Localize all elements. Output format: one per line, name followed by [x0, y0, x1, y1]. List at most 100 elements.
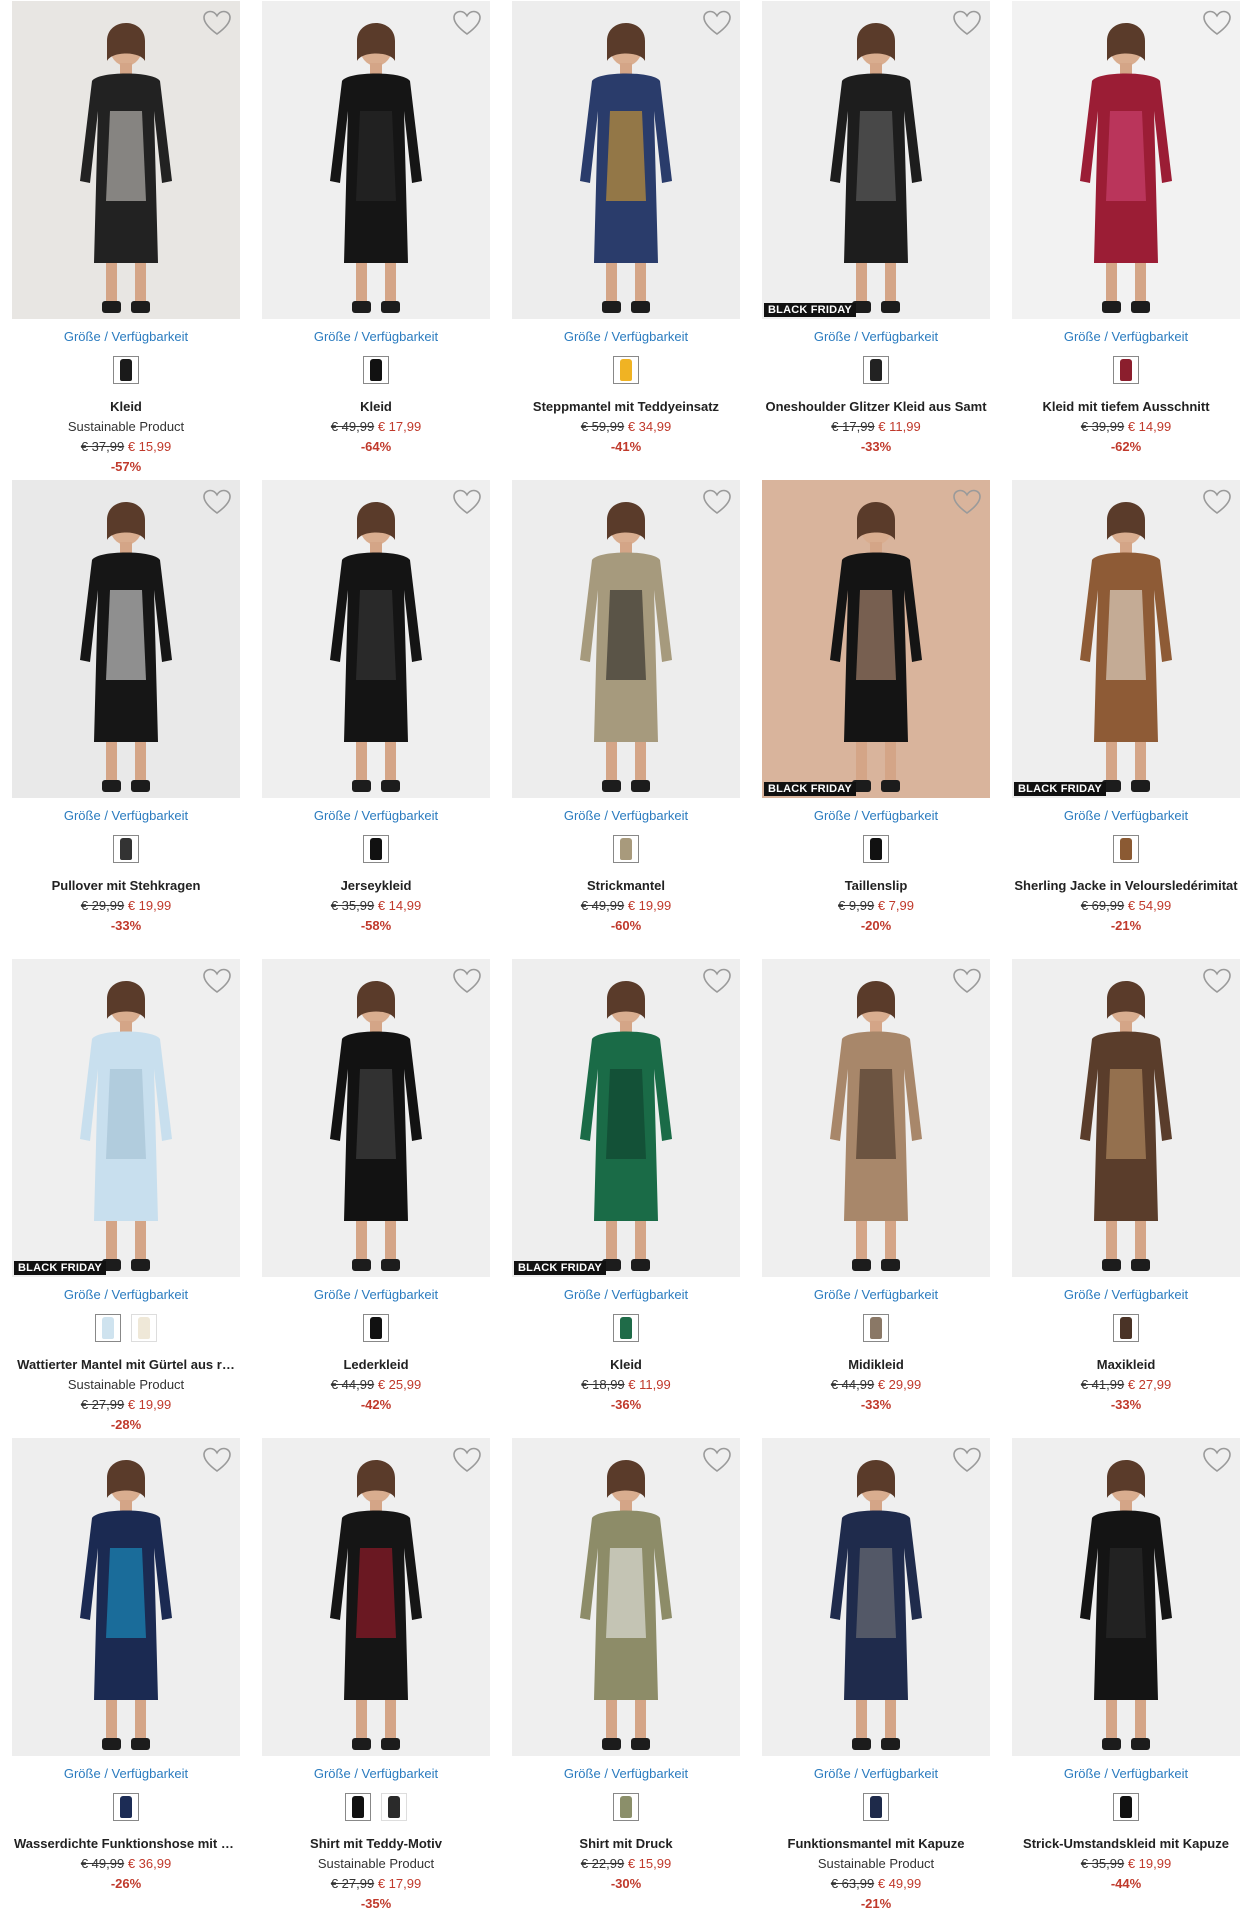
color-swatch[interactable]: [1113, 1793, 1139, 1821]
heart-icon[interactable]: [952, 488, 982, 516]
product-title[interactable]: Lederkleid: [262, 1357, 490, 1372]
size-availability-link[interactable]: Größe / Verfügbarkeit: [762, 808, 990, 823]
color-swatch[interactable]: [345, 1793, 371, 1821]
size-availability-link[interactable]: Größe / Verfügbarkeit: [512, 329, 740, 344]
product-title[interactable]: Wattierter Mantel mit Gürtel aus r…: [12, 1357, 240, 1372]
size-availability-link[interactable]: Größe / Verfügbarkeit: [12, 329, 240, 344]
color-swatch[interactable]: [1113, 356, 1139, 384]
color-swatch[interactable]: [863, 1314, 889, 1342]
color-swatch[interactable]: [113, 1793, 139, 1821]
product-image[interactable]: BLACK FRIDAY: [762, 1, 990, 319]
heart-icon[interactable]: [202, 1446, 232, 1474]
product-title[interactable]: Wasserdichte Funktionshose mit R…: [12, 1836, 240, 1851]
heart-icon[interactable]: [452, 967, 482, 995]
heart-icon[interactable]: [202, 9, 232, 37]
product-card[interactable]: Größe / Verfügbarkeit Funktionsmantel mit…: [762, 1438, 990, 1916]
product-card[interactable]: Größe / Verfügbarkeit Pullover mit Stehkr…: [12, 480, 240, 958]
product-title[interactable]: Strick-Umstandskleid mit Kapuze: [1012, 1836, 1240, 1851]
color-swatch[interactable]: [113, 356, 139, 384]
size-availability-link[interactable]: Größe / Verfügbarkeit: [512, 1287, 740, 1302]
size-availability-link[interactable]: Größe / Verfügbarkeit: [1012, 808, 1240, 823]
size-availability-link[interactable]: Größe / Verfügbarkeit: [762, 1766, 990, 1781]
product-image[interactable]: [762, 959, 990, 1277]
heart-icon[interactable]: [952, 967, 982, 995]
product-image[interactable]: [512, 480, 740, 798]
product-card[interactable]: Größe / Verfügbarkeit Midikleid € 44,99 € …: [762, 959, 990, 1437]
color-swatch[interactable]: [1113, 835, 1139, 863]
color-swatch[interactable]: [613, 1793, 639, 1821]
heart-icon[interactable]: [1202, 967, 1232, 995]
heart-icon[interactable]: [702, 488, 732, 516]
color-swatch[interactable]: [131, 1314, 157, 1342]
color-swatch[interactable]: [381, 1793, 407, 1821]
size-availability-link[interactable]: Größe / Verfügbarkeit: [1012, 329, 1240, 344]
product-title[interactable]: Sherling Jacke in Veloursledérimitat: [1012, 878, 1240, 893]
product-title[interactable]: Funktionsmantel mit Kapuze: [762, 1836, 990, 1851]
product-image[interactable]: [12, 480, 240, 798]
heart-icon[interactable]: [202, 488, 232, 516]
product-card[interactable]: Größe / Verfügbarkeit Kleid € 49,99 € 17,9…: [262, 1, 490, 479]
heart-icon[interactable]: [202, 967, 232, 995]
color-swatch[interactable]: [1113, 1314, 1139, 1342]
product-card[interactable]: BLACK FRIDAY Größe / Verfügbarkeit Taillen…: [762, 480, 990, 958]
product-card[interactable]: Größe / Verfügbarkeit Wasserdichte Funkti…: [12, 1438, 240, 1916]
heart-icon[interactable]: [452, 488, 482, 516]
size-availability-link[interactable]: Größe / Verfügbarkeit: [1012, 1766, 1240, 1781]
color-swatch[interactable]: [863, 835, 889, 863]
size-availability-link[interactable]: Größe / Verfügbarkeit: [262, 1287, 490, 1302]
product-card[interactable]: Größe / Verfügbarkeit Kleid Sustainable Pr…: [12, 1, 240, 479]
size-availability-link[interactable]: Größe / Verfügbarkeit: [262, 1766, 490, 1781]
product-card[interactable]: Größe / Verfügbarkeit Strickmantel € 49,99…: [512, 480, 740, 958]
product-image[interactable]: [1012, 1438, 1240, 1756]
product-card[interactable]: Größe / Verfügbarkeit Shirt mit Druck € 22…: [512, 1438, 740, 1916]
product-image[interactable]: [512, 1438, 740, 1756]
product-image[interactable]: [762, 1438, 990, 1756]
size-availability-link[interactable]: Größe / Verfügbarkeit: [12, 808, 240, 823]
heart-icon[interactable]: [952, 9, 982, 37]
color-swatch[interactable]: [613, 1314, 639, 1342]
color-swatch[interactable]: [863, 1793, 889, 1821]
product-title[interactable]: Taillenslip: [762, 878, 990, 893]
product-image[interactable]: [262, 959, 490, 1277]
product-title[interactable]: Kleid: [262, 399, 490, 414]
product-card[interactable]: BLACK FRIDAY Größe / Verfügbarkeit Sherlin…: [1012, 480, 1240, 958]
heart-icon[interactable]: [1202, 1446, 1232, 1474]
size-availability-link[interactable]: Größe / Verfügbarkeit: [762, 1287, 990, 1302]
color-swatch[interactable]: [863, 356, 889, 384]
size-availability-link[interactable]: Größe / Verfügbarkeit: [12, 1766, 240, 1781]
heart-icon[interactable]: [952, 1446, 982, 1474]
size-availability-link[interactable]: Größe / Verfügbarkeit: [762, 329, 990, 344]
color-swatch[interactable]: [113, 835, 139, 863]
product-image[interactable]: BLACK FRIDAY: [762, 480, 990, 798]
product-card[interactable]: BLACK FRIDAY Größe / Verfügbarkeit Kleid € …: [512, 959, 740, 1437]
product-image[interactable]: [1012, 1, 1240, 319]
color-swatch[interactable]: [363, 1314, 389, 1342]
heart-icon[interactable]: [702, 9, 732, 37]
product-image[interactable]: [262, 1, 490, 319]
heart-icon[interactable]: [452, 9, 482, 37]
product-image[interactable]: [262, 1438, 490, 1756]
size-availability-link[interactable]: Größe / Verfügbarkeit: [1012, 1287, 1240, 1302]
product-title[interactable]: Jerseykleid: [262, 878, 490, 893]
product-card[interactable]: Größe / Verfügbarkeit Jerseykleid € 35,99 …: [262, 480, 490, 958]
size-availability-link[interactable]: Größe / Verfügbarkeit: [512, 808, 740, 823]
product-title[interactable]: Kleid: [12, 399, 240, 414]
product-title[interactable]: Kleid mit tiefem Ausschnitt: [1012, 399, 1240, 414]
product-image[interactable]: [12, 1438, 240, 1756]
product-card[interactable]: Größe / Verfügbarkeit Strick-Umstandsklei…: [1012, 1438, 1240, 1916]
heart-icon[interactable]: [702, 1446, 732, 1474]
heart-icon[interactable]: [1202, 488, 1232, 516]
color-swatch[interactable]: [613, 835, 639, 863]
size-availability-link[interactable]: Größe / Verfügbarkeit: [262, 329, 490, 344]
size-availability-link[interactable]: Größe / Verfügbarkeit: [262, 808, 490, 823]
heart-icon[interactable]: [1202, 9, 1232, 37]
product-image[interactable]: [262, 480, 490, 798]
color-swatch[interactable]: [363, 835, 389, 863]
color-swatch[interactable]: [363, 356, 389, 384]
product-card[interactable]: BLACK FRIDAY Größe / Verfügbarkeit Oneshou…: [762, 1, 990, 479]
product-card[interactable]: Größe / Verfügbarkeit Shirt mit Teddy-Mot…: [262, 1438, 490, 1916]
heart-icon[interactable]: [702, 967, 732, 995]
product-image[interactable]: BLACK FRIDAY: [1012, 480, 1240, 798]
product-title[interactable]: Pullover mit Stehkragen: [12, 878, 240, 893]
size-availability-link[interactable]: Größe / Verfügbarkeit: [512, 1766, 740, 1781]
